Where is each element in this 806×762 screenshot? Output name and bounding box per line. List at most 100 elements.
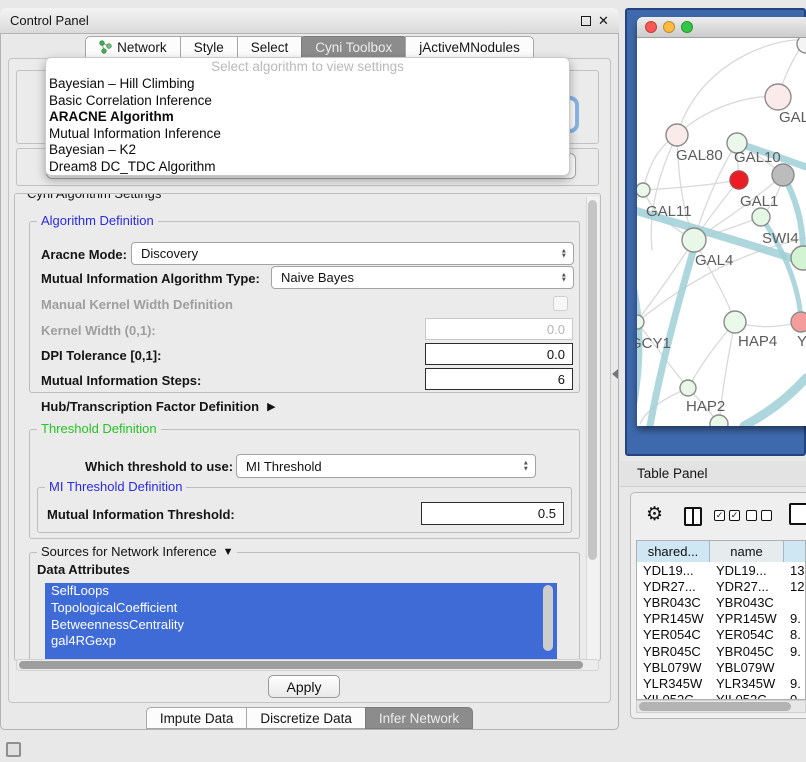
minimize-traffic-light[interactable] bbox=[663, 21, 675, 33]
table-row[interactable]: YPR145WYPR145W9. bbox=[637, 611, 806, 627]
table-cell: 0. bbox=[784, 692, 806, 700]
table-row[interactable]: YLR345WYLR345W9. bbox=[637, 675, 806, 691]
mi-algorithm-type-select[interactable]: Naive Bayes ▲▼ bbox=[271, 266, 574, 289]
node-label-gal80: GAL80 bbox=[676, 147, 723, 164]
algorithm-dropdown-list: Bayesian – Hill ClimbingBasic Correlatio… bbox=[46, 76, 569, 176]
data-attributes-label: Data Attributes bbox=[37, 562, 130, 577]
network-node-swi4[interactable] bbox=[791, 246, 806, 270]
aracne-mode-select[interactable]: Discovery ▲▼ bbox=[131, 242, 574, 265]
algorithm-option-mutual-information-inference[interactable]: Mutual Information Inference bbox=[46, 126, 569, 143]
network-edge[interactable] bbox=[637, 190, 643, 274]
network-edge[interactable] bbox=[640, 388, 688, 424]
algorithm-option-bayesian-hill-climbing[interactable]: Bayesian – Hill Climbing bbox=[46, 76, 569, 93]
network-node-y[interactable] bbox=[791, 312, 806, 332]
table-cell: YBR043C bbox=[710, 594, 784, 610]
table-row[interactable]: YBR043CYBR043C bbox=[637, 594, 806, 610]
tab-discretize-data[interactable]: Discretize Data bbox=[246, 707, 366, 729]
close-icon[interactable]: ✕ bbox=[598, 13, 609, 29]
tab-select[interactable]: Select bbox=[237, 36, 303, 58]
close-traffic-light[interactable] bbox=[645, 21, 657, 33]
split-pane-collapse-handle[interactable] bbox=[612, 369, 618, 379]
network-node-hap2[interactable] bbox=[680, 380, 696, 396]
minimized-panel-icon[interactable] bbox=[6, 742, 21, 757]
network-node[interactable] bbox=[730, 171, 748, 189]
network-node-gal4[interactable] bbox=[682, 228, 706, 252]
apply-button[interactable]: Apply bbox=[268, 675, 340, 698]
table-cell: YER054C bbox=[710, 627, 784, 643]
zoom-traffic-light[interactable] bbox=[681, 21, 693, 33]
table-row[interactable]: YBL079WYBL079W bbox=[637, 659, 806, 675]
export-table-icon[interactable] bbox=[789, 503, 806, 525]
deselect-all-icon[interactable] bbox=[746, 510, 772, 521]
column-header-shared[interactable]: shared... bbox=[637, 541, 710, 562]
column-header-name[interactable]: name bbox=[710, 541, 784, 562]
attributes-scrollbar-thumb[interactable] bbox=[543, 585, 553, 651]
algorithm-option-aracne-algorithm[interactable]: ARACNE Algorithm bbox=[46, 109, 569, 126]
algorithm-option-dream8-dc-tdc-algorithm[interactable]: Dream8 DC_TDC Algorithm bbox=[46, 159, 569, 176]
cyni-algorithm-settings-group: Aracne Mode: Discovery ▲▼ Mutual Informa… bbox=[14, 193, 601, 661]
tab-impute-data[interactable]: Impute Data bbox=[146, 707, 248, 729]
tab-label: jActiveMNodules bbox=[419, 40, 520, 55]
table-row[interactable]: YDR27...YDR27...12 bbox=[637, 578, 806, 594]
tab-style[interactable]: Style bbox=[180, 36, 238, 58]
tab-network[interactable]: Network bbox=[85, 36, 181, 58]
kernel-width-input[interactable]: 0.0 bbox=[425, 318, 573, 340]
network-canvas[interactable]: GALGAL80GAL10GAL11GAL1SWI4GAL4GCY1HAP4YH… bbox=[637, 38, 806, 426]
tab-infer-network[interactable]: Infer Network bbox=[365, 707, 473, 729]
mi-steps-input[interactable]: 6 bbox=[425, 368, 573, 390]
network-node[interactable] bbox=[772, 164, 794, 186]
table-row[interactable]: YBR045CYBR045C9. bbox=[637, 643, 806, 659]
table-cell: 9. bbox=[784, 675, 806, 691]
algorithm-option-basic-correlation-inference[interactable]: Basic Correlation Inference bbox=[46, 93, 569, 110]
data-attributes-list[interactable]: SelfLoopsTopologicalCoefficientBetweenne… bbox=[45, 583, 557, 661]
table-row[interactable]: YDL19...YDL19...13 bbox=[637, 562, 806, 578]
attribute-item-betweennesscentrality[interactable]: BetweennessCentrality bbox=[45, 617, 557, 634]
gear-icon[interactable]: ⚙ bbox=[646, 503, 663, 526]
network-node-gal11[interactable] bbox=[637, 183, 650, 197]
settings-hscrollbar-thumb[interactable] bbox=[19, 661, 583, 669]
attributes-list-scrollbar[interactable] bbox=[543, 585, 554, 659]
table-cell bbox=[784, 659, 806, 675]
threshold-definition-title: Threshold Definition bbox=[37, 421, 161, 436]
network-node-hap4[interactable] bbox=[724, 311, 746, 333]
settings-scrollbar-thumb[interactable] bbox=[588, 200, 597, 560]
tab-cyni-toolbox[interactable]: Cyni Toolbox bbox=[301, 36, 406, 58]
manual-kernel-width-checkbox[interactable] bbox=[553, 296, 568, 311]
tab-jactivemnodules[interactable]: jActiveMNodules bbox=[405, 36, 534, 58]
algorithm-option-bayesian-k2[interactable]: Bayesian – K2 bbox=[46, 142, 569, 159]
node-table[interactable]: shared...nameAYDL19...YDL19...13YDR27...… bbox=[636, 540, 806, 700]
network-node-gal1[interactable] bbox=[752, 208, 770, 226]
node-label-gal: GAL bbox=[779, 109, 806, 126]
node-label-gcy1: GCY1 bbox=[637, 335, 671, 352]
attribute-item-topologicalcoefficient[interactable]: TopologicalCoefficient bbox=[45, 600, 557, 617]
hub-definition-toggle[interactable]: Hub/Transcription Factor Definition ▶ bbox=[41, 399, 276, 414]
table-row[interactable]: YIL052CYIL052C0. bbox=[637, 692, 806, 700]
attribute-item-selfloops[interactable]: SelfLoops bbox=[45, 583, 557, 600]
kernel-width-label: Kernel Width (0,1): bbox=[41, 323, 156, 338]
mi-steps-label: Mutual Information Steps: bbox=[41, 373, 201, 388]
table-cell: YBR045C bbox=[637, 643, 710, 659]
table-cell: YDL19... bbox=[710, 562, 784, 578]
float-window-icon[interactable] bbox=[581, 16, 591, 26]
column-visibility-icon[interactable] bbox=[684, 507, 702, 526]
network-icon bbox=[99, 40, 112, 54]
sources-group-title[interactable]: Sources for Network Inference ▼ bbox=[37, 544, 237, 559]
dpi-tolerance-input[interactable]: 0.0 bbox=[425, 343, 573, 365]
mi-threshold-input[interactable]: 0.5 bbox=[421, 502, 564, 525]
attribute-item-gal4rgexp[interactable]: gal4RGexp bbox=[45, 633, 557, 650]
network-node-gal80[interactable] bbox=[666, 124, 688, 146]
which-threshold-select[interactable]: MI Threshold ▲▼ bbox=[236, 454, 536, 478]
table-hscrollbar-thumb[interactable] bbox=[639, 702, 791, 711]
network-node[interactable] bbox=[710, 415, 728, 426]
network-edge[interactable] bbox=[688, 322, 735, 388]
network-edge[interactable] bbox=[651, 135, 677, 250]
table-cell: YLR345W bbox=[637, 675, 710, 691]
network-edge[interactable] bbox=[744, 378, 806, 426]
sources-title-text: Sources for Network Inference bbox=[41, 544, 217, 559]
select-all-icon[interactable]: ✓ ✓ bbox=[714, 510, 740, 521]
column-header-a[interactable]: A bbox=[784, 541, 806, 562]
mi-threshold-definition-title: MI Threshold Definition bbox=[45, 479, 186, 494]
table-row[interactable]: YER054CYER054C8. bbox=[637, 627, 806, 643]
table-panel-titlebar: Table Panel bbox=[620, 461, 806, 487]
network-node-gal[interactable] bbox=[765, 84, 791, 110]
